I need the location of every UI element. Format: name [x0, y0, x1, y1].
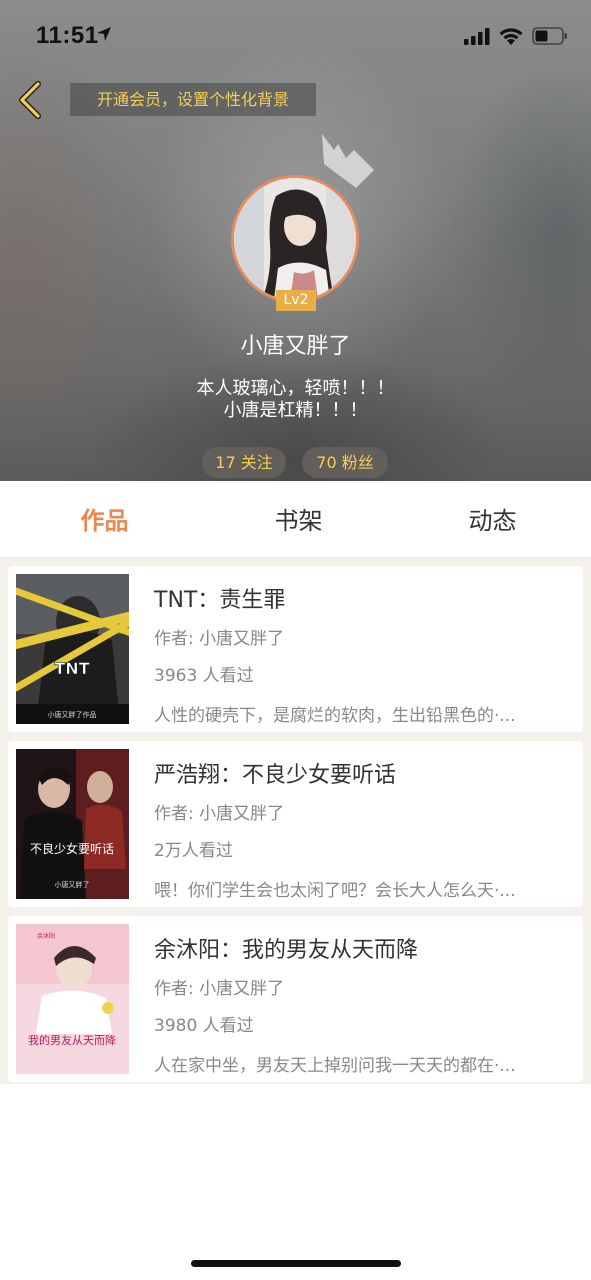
profile-header: 11:51 开通会员，设置个性化背景 Lv2 小唐又胖了 本人玻璃心，轻喷！！！… [0, 0, 591, 481]
wifi-icon [499, 28, 523, 45]
cover-text: 不良少女要听话 [30, 841, 114, 856]
username: 小唐又胖了 [240, 334, 351, 359]
bio-line: 小唐是杠精！！！ [223, 400, 368, 421]
book-title: TNT：责生罪 [154, 588, 286, 613]
book-description: 喂！你们学生会也太闲了吧？会长大人怎么天·... [154, 881, 516, 901]
avatar-photo [234, 178, 356, 300]
cover-subtitle: 小唐又胖了作品 [48, 710, 97, 719]
cover-subtitle: 小唐又胖了 [55, 880, 90, 889]
book-author: 作者: 小唐又胖了 [154, 979, 285, 999]
book-description: 人性的硬壳下，是腐烂的软肉，生出铅黑色的·... [154, 706, 516, 726]
book-read-count: 2万人看过 [154, 841, 233, 861]
cover-text: 我的男友从天而降 [28, 1033, 116, 1047]
avatar[interactable] [231, 175, 359, 303]
following-count-button[interactable]: 17 关注 [202, 447, 286, 478]
vip-background-banner[interactable]: 开通会员，设置个性化背景 [70, 83, 316, 116]
book-cover: 我的男友从天而降 余沐阳 [16, 924, 129, 1074]
status-bar: 11:51 [0, 0, 591, 70]
level-badge: Lv2 [276, 290, 316, 311]
book-cover: TNT 小唐又胖了作品 [16, 574, 129, 724]
book-title: 余沐阳：我的男友从天而降 [154, 938, 419, 963]
book-author: 作者: 小唐又胖了 [154, 629, 285, 649]
book-title: 严浩翔：不良少女要听话 [154, 763, 397, 788]
book-card[interactable]: 我的男友从天而降 余沐阳 余沐阳：我的男友从天而降 作者: 小唐又胖了 3980… [8, 916, 583, 1082]
book-read-count: 3963 人看过 [154, 666, 254, 686]
cover-subtitle: 余沐阳 [37, 932, 55, 940]
fans-count-button[interactable]: 70 粉丝 [302, 447, 388, 478]
book-description: 人在家中坐，男友天上掉别问我一天天的都在·... [154, 1056, 516, 1076]
home-indicator[interactable] [191, 1260, 401, 1267]
profile-tabs: 作品 书架 动态 [0, 481, 591, 559]
battery-icon [532, 27, 567, 45]
cellular-signal-icon [464, 28, 490, 45]
works-list: TNT 小唐又胖了作品 TNT：责生罪 作者: 小唐又胖了 3963 人看过 人… [0, 558, 591, 1084]
bio-line: 本人玻璃心，轻喷！！！ [196, 378, 395, 399]
crown-icon [322, 134, 374, 188]
book-read-count: 3980 人看过 [154, 1016, 254, 1036]
book-cover: 不良少女要听话 小唐又胖了 [16, 749, 129, 899]
book-author: 作者: 小唐又胖了 [154, 804, 285, 824]
book-card[interactable]: TNT 小唐又胖了作品 TNT：责生罪 作者: 小唐又胖了 3963 人看过 人… [8, 566, 583, 732]
tab-works[interactable]: 作品 [6, 481, 203, 557]
book-card[interactable]: 不良少女要听话 小唐又胖了 严浩翔：不良少女要听话 作者: 小唐又胖了 2万人看… [8, 741, 583, 907]
back-button[interactable] [14, 80, 48, 120]
status-time: 11:51 [36, 22, 99, 49]
location-arrow-icon [97, 27, 111, 41]
cover-text: TNT [54, 659, 89, 678]
tab-activity[interactable]: 动态 [394, 481, 591, 557]
tab-bookshelf[interactable]: 书架 [200, 481, 397, 557]
bio: 本人玻璃心，轻喷！！！ 小唐是杠精！！！ [0, 378, 591, 422]
